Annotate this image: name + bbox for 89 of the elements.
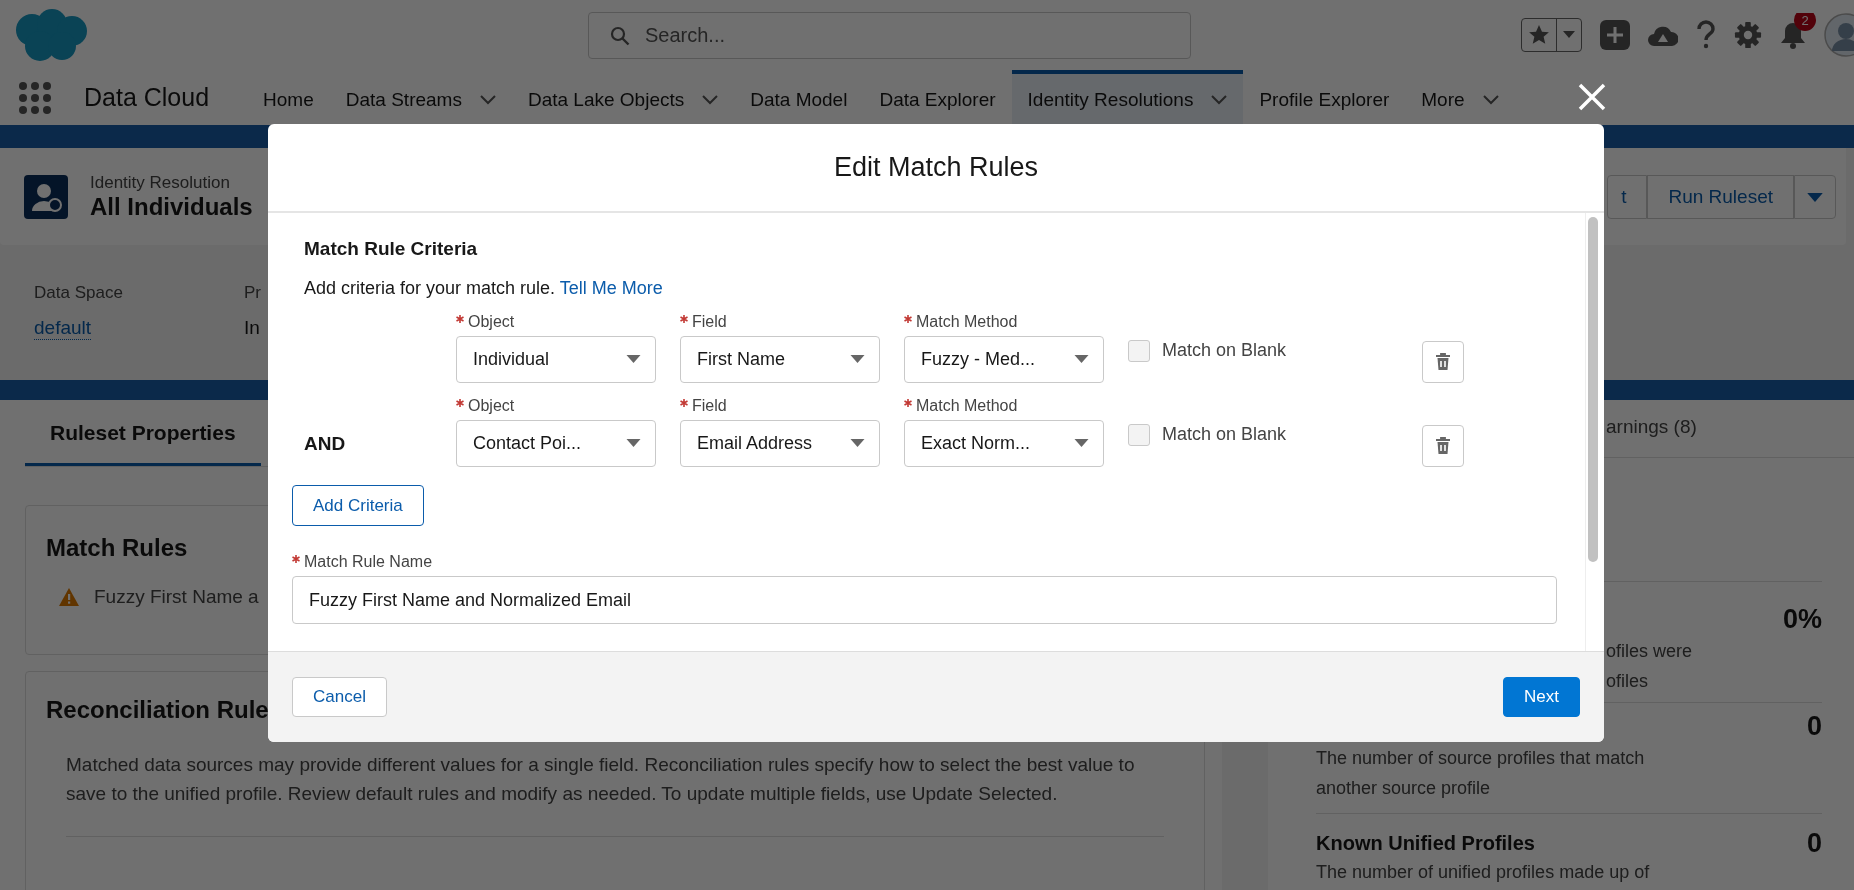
action-button[interactable]: t (1607, 174, 1648, 219)
stat-description: The number of source profiles that match another source profile (1316, 747, 1646, 800)
detail-value: In (244, 317, 260, 339)
plus-icon[interactable] (1600, 20, 1630, 50)
nav-tab-label: Home (263, 88, 314, 111)
caret-icon (626, 439, 641, 448)
stat-description: The number of unified profiles made up of (1316, 861, 1651, 884)
star-icon (1528, 24, 1550, 46)
nav-tab[interactable]: Data Lake Objects (511, 70, 735, 125)
caret-icon (850, 439, 865, 448)
section-heading: Reconciliation Rule (46, 696, 269, 724)
delete-button[interactable] (1422, 425, 1464, 467)
panel-tab[interactable]: Ruleset Properties (25, 421, 261, 466)
cancel-button[interactable]: Cancel (292, 677, 387, 717)
nav-tab[interactable]: Home (247, 70, 330, 125)
nav-tab[interactable]: Identity Resolutions (1011, 70, 1244, 125)
stat-description: ofiles were (1605, 640, 1694, 663)
section-description: Matched data sources may provide different values for a single field. Reconciliation rules specify how to select the best value to save to the unified profile. Review default rules and modify as needed. To update multiple fields, use Update Selected. (66, 750, 1164, 837)
detail-link[interactable]: default (34, 317, 92, 340)
trash-icon (1435, 353, 1451, 371)
panel-tab[interactable]: arnings (8) (1606, 416, 1697, 457)
section-heading: Match Rules (46, 534, 188, 562)
next-button[interactable]: Next (1503, 677, 1580, 717)
stat-value: 0% (1782, 603, 1822, 635)
nav-tab[interactable]: Data Explorer (863, 70, 1012, 125)
help-icon[interactable] (1696, 20, 1716, 50)
nav-tab-label: Profile Explorer (1259, 88, 1390, 111)
field-label: Field (692, 397, 727, 415)
modal-title: Edit Match Rules (833, 152, 1039, 183)
scrollbar-thumb[interactable] (1588, 217, 1598, 562)
stat-value: 0 (1806, 827, 1822, 859)
caret-icon (626, 355, 641, 364)
stat-name: Known Unified Profiles (1316, 831, 1535, 855)
nav-tab[interactable]: Data Streams (329, 70, 512, 125)
search-icon (610, 25, 630, 46)
nav-tab-label: Data Lake Objects (527, 88, 685, 111)
nav-tab-label: Data Explorer (879, 88, 996, 111)
close-button[interactable] (1578, 83, 1606, 111)
caret-icon (1807, 192, 1823, 203)
nav-tab-label: Data Streams (345, 88, 462, 111)
checkbox[interactable] (1128, 340, 1150, 362)
favorites-button[interactable] (1521, 18, 1582, 52)
detail-label: Data Space (34, 283, 123, 303)
checkbox-label: Match on Blank (1162, 424, 1287, 445)
caret-icon (1074, 355, 1089, 364)
stat-value: 0 (1806, 710, 1822, 742)
nav-tab-label: More (1421, 88, 1465, 111)
select-field[interactable]: Exact Norm... (904, 420, 1104, 467)
checkbox-label: Match on Blank (1162, 340, 1287, 361)
select-field[interactable]: Fuzzy - Med... (904, 336, 1104, 383)
record-title: All Individuals (90, 192, 253, 221)
nav-tab[interactable]: More (1405, 70, 1515, 125)
nav-tab-label: Data Model (750, 88, 848, 111)
connector-label: AND (304, 433, 346, 454)
app-name: Data Cloud (84, 83, 210, 112)
nav-tab[interactable]: Profile Explorer (1243, 70, 1406, 125)
close-icon (1578, 83, 1606, 111)
detail-label: Pr (244, 283, 261, 303)
checkbox[interactable] (1128, 424, 1150, 446)
select-field[interactable]: Individual (456, 336, 656, 383)
field-label: Field (692, 313, 727, 331)
caret-icon (850, 355, 865, 364)
select-field[interactable]: First Name (680, 336, 880, 383)
notification-count: 2 (1794, 13, 1816, 31)
object-type: Identity Resolution (90, 172, 231, 193)
rule-name-field[interactable]: Fuzzy First Name and Normalized Email (292, 576, 1557, 624)
delete-button[interactable] (1422, 341, 1464, 383)
person-icon (24, 174, 68, 219)
match-rule-name[interactable]: Fuzzy First Name a (94, 586, 259, 608)
section-title: Match Rule Criteria (304, 238, 479, 260)
select-field[interactable]: Contact Poi... (456, 420, 656, 467)
action-button[interactable]: Run Ruleset (1647, 174, 1794, 219)
more-actions-button[interactable] (1794, 174, 1836, 219)
trash-icon (1435, 437, 1451, 455)
field-label: Match Method (916, 397, 1018, 415)
select-field[interactable]: Email Address (680, 420, 880, 467)
help-link[interactable]: Tell Me More (559, 278, 663, 298)
intro-text: Add criteria for your match rule. (304, 278, 556, 298)
search-field[interactable]: Search... (588, 11, 1191, 59)
caret-icon (1074, 439, 1089, 448)
nav-tab-label: Identity Resolutions (1027, 88, 1194, 111)
nav-tab[interactable]: Data Model (734, 70, 864, 125)
field-label: Object (468, 397, 515, 415)
app-launcher-icon[interactable] (18, 80, 52, 115)
caret-icon (1563, 31, 1575, 39)
field-label: Match Rule Name (304, 553, 433, 571)
field-label: Match Method (916, 313, 1018, 331)
add-criteria-button[interactable]: Add Criteria (292, 485, 424, 526)
field-label: Object (468, 313, 515, 331)
